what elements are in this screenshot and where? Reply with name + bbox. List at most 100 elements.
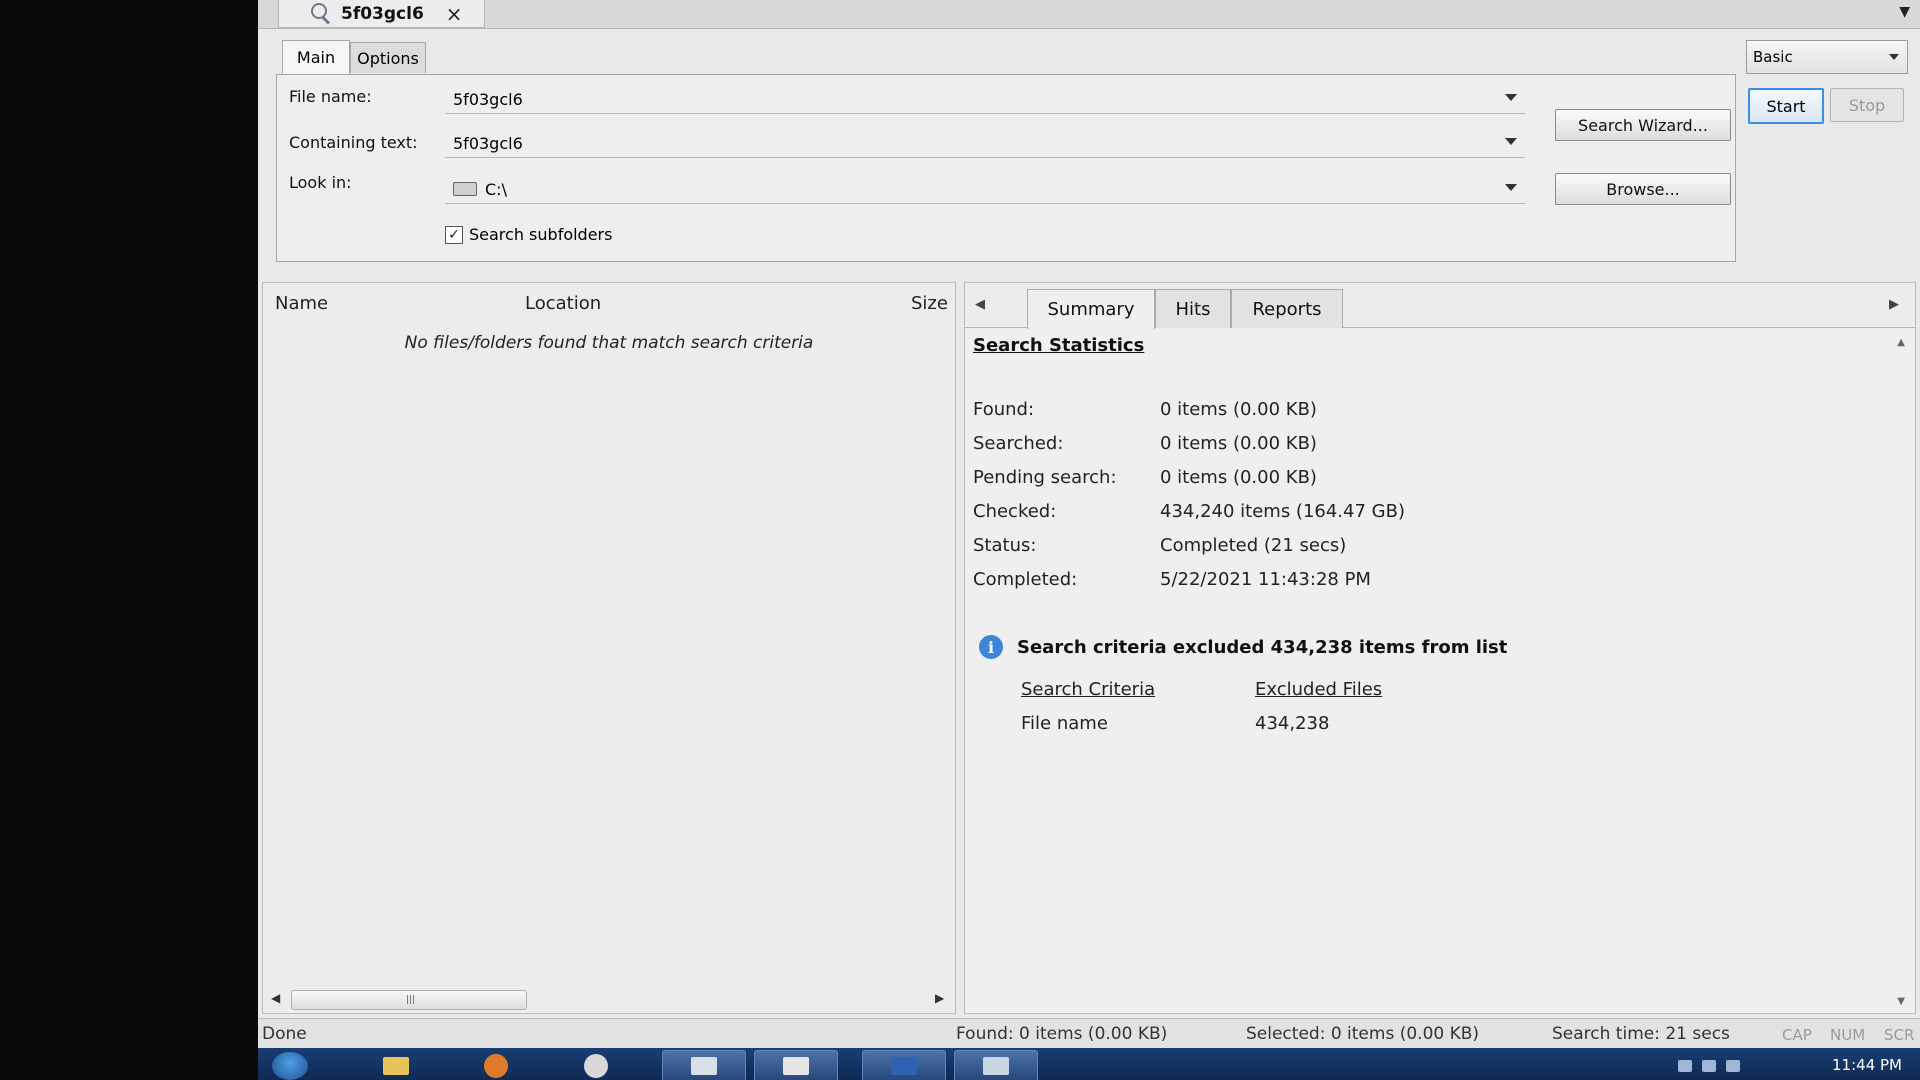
taskbar-window-4[interactable] — [954, 1050, 1038, 1080]
tab-options[interactable]: Options — [350, 42, 426, 73]
mode-select[interactable]: Basic — [1746, 40, 1908, 74]
look-in-value: C:\ — [485, 179, 507, 199]
details-tabs: ◀ Summary Hits Reports ▶ — [965, 283, 1915, 329]
search-wizard-button[interactable]: Search Wizard... — [1555, 109, 1731, 141]
chevron-down-icon[interactable] — [1505, 94, 1517, 101]
taskbar-clock[interactable]: 11:44 PM — [1832, 1056, 1902, 1074]
tab-scroll-right-icon[interactable]: ▶ — [1889, 297, 1899, 312]
look-in-label: Look in: — [289, 173, 352, 192]
details-panel: ◀ Summary Hits Reports ▶ ▲ Search Statis… — [964, 282, 1916, 1014]
horizontal-scrollbar[interactable]: ◀ ||| ▶ — [263, 985, 955, 1013]
taskbar-firefox[interactable] — [454, 1050, 538, 1080]
app-window: 5f03gcl6 × ▼ Main Options File name: 5f0… — [258, 0, 1920, 1080]
excluded-count-cell: 434,238 — [1255, 713, 1330, 734]
tab-main[interactable]: Main — [282, 40, 350, 74]
start-orb-icon[interactable] — [272, 1052, 308, 1080]
num-indicator: NUM — [1830, 1026, 1866, 1044]
file-name-field[interactable]: 5f03gcl6 — [445, 85, 1525, 114]
column-header-name[interactable]: Name — [275, 293, 328, 314]
status-bar: Done Found: 0 items (0.00 KB) Selected: … — [258, 1018, 1920, 1049]
results-header: Name Location Size — [263, 283, 955, 323]
stat-value: 0 items (0.00 KB) — [1160, 433, 1317, 454]
document-tab[interactable]: 5f03gcl6 × — [278, 0, 485, 28]
window-icon — [691, 1057, 717, 1075]
exclusion-info: i Search criteria excluded 434,238 items… — [979, 635, 1507, 659]
browser-icon — [484, 1054, 508, 1078]
scroll-up-icon[interactable]: ▲ — [1897, 337, 1905, 348]
stat-value: 0 items (0.00 KB) — [1160, 467, 1317, 488]
tab-reports[interactable]: Reports — [1231, 289, 1343, 328]
document-tab-strip: 5f03gcl6 × ▼ — [258, 0, 1920, 29]
browse-button[interactable]: Browse... — [1555, 173, 1731, 205]
taskbar-window-1[interactable] — [662, 1050, 746, 1080]
taskbar: 11:44 PM — [258, 1048, 1920, 1080]
info-icon: i — [979, 635, 1003, 659]
taskbar-paint[interactable] — [554, 1050, 638, 1080]
chevron-down-icon[interactable] — [1505, 184, 1517, 191]
search-subfolders-checkbox[interactable]: ✓ Search subfolders — [445, 225, 612, 244]
criteria-panel: Main Options File name: 5f03gcl6 Contain… — [276, 38, 1736, 262]
column-header-location[interactable]: Location — [525, 293, 601, 314]
chevron-down-icon[interactable] — [1889, 54, 1899, 60]
document-tab-title: 5f03gcl6 — [341, 3, 424, 24]
search-icon — [309, 2, 331, 25]
stat-label: Pending search: — [973, 467, 1117, 488]
taskbar-explorer[interactable] — [354, 1050, 438, 1080]
chevron-down-icon[interactable]: ▼ — [1899, 4, 1910, 20]
stat-value: 5/22/2021 11:43:28 PM — [1160, 569, 1371, 590]
start-button[interactable]: Start — [1748, 88, 1824, 124]
close-icon[interactable]: × — [446, 2, 463, 26]
stat-value: Completed (21 secs) — [1160, 535, 1347, 556]
empty-results-message: No files/folders found that match search… — [404, 333, 814, 353]
stop-button[interactable]: Stop — [1830, 88, 1904, 122]
status-state: Done — [262, 1024, 307, 1044]
stat-label: Checked: — [973, 501, 1057, 522]
containing-text-label: Containing text: — [289, 133, 418, 152]
stat-label: Status: — [973, 535, 1037, 556]
status-selected: Selected: 0 items (0.00 KB) — [1246, 1024, 1480, 1044]
taskbar-window-2[interactable] — [754, 1050, 838, 1080]
stat-label: Searched: — [973, 433, 1064, 454]
scrollbar-thumb[interactable]: ||| — [291, 990, 527, 1010]
volume-icon[interactable] — [1678, 1060, 1692, 1072]
status-found: Found: 0 items (0.00 KB) — [956, 1024, 1168, 1044]
search-criteria-header[interactable]: Search Criteria — [1021, 679, 1155, 700]
search-app-icon — [891, 1057, 917, 1075]
stat-value: 0 items (0.00 KB) — [1160, 399, 1317, 420]
flag-icon[interactable] — [1702, 1060, 1716, 1072]
file-name-label: File name: — [289, 87, 372, 106]
scroll-down-icon[interactable]: ▼ — [1897, 996, 1905, 1007]
scroll-left-icon[interactable]: ◀ — [271, 991, 280, 1005]
network-icon[interactable] — [1726, 1060, 1740, 1072]
grip-icon: ||| — [406, 995, 416, 1005]
drive-icon — [453, 182, 477, 196]
tab-scroll-left-icon[interactable]: ◀ — [975, 297, 985, 312]
tab-summary[interactable]: Summary — [1027, 289, 1155, 329]
results-list[interactable]: Name Location Size No files/folders foun… — [262, 282, 956, 1014]
exclusion-message: Search criteria excluded 434,238 items f… — [1017, 636, 1508, 658]
column-header-size[interactable]: Size — [911, 293, 948, 314]
containing-text-field[interactable]: 5f03gcl6 — [445, 129, 1525, 158]
search-subfolders-label: Search subfolders — [469, 225, 613, 244]
containing-text-value: 5f03gcl6 — [453, 133, 523, 153]
stat-label: Found: — [973, 399, 1035, 420]
cap-indicator: CAP — [1782, 1026, 1812, 1044]
chevron-down-icon[interactable] — [1505, 138, 1517, 145]
file-name-value: 5f03gcl6 — [453, 89, 523, 109]
checkbox-check-icon[interactable]: ✓ — [445, 225, 463, 244]
excluded-files-header[interactable]: Excluded Files — [1255, 679, 1382, 700]
document-icon — [983, 1057, 1009, 1075]
search-statistics-title[interactable]: Search Statistics — [973, 335, 1144, 356]
palette-icon — [584, 1054, 608, 1078]
excluded-criteria-cell: File name — [1021, 713, 1108, 734]
look-in-field[interactable]: C:\ — [445, 175, 1525, 204]
taskbar-window-3[interactable] — [862, 1050, 946, 1080]
criteria-box: File name: 5f03gcl6 Containing text: 5f0… — [276, 74, 1736, 262]
mode-select-value: Basic — [1753, 48, 1793, 66]
folder-icon — [383, 1057, 409, 1075]
scroll-right-icon[interactable]: ▶ — [935, 991, 944, 1005]
stat-label: Completed: — [973, 569, 1078, 590]
chart-icon — [783, 1057, 809, 1075]
scr-indicator: SCR — [1884, 1026, 1915, 1044]
tab-hits[interactable]: Hits — [1155, 289, 1231, 328]
